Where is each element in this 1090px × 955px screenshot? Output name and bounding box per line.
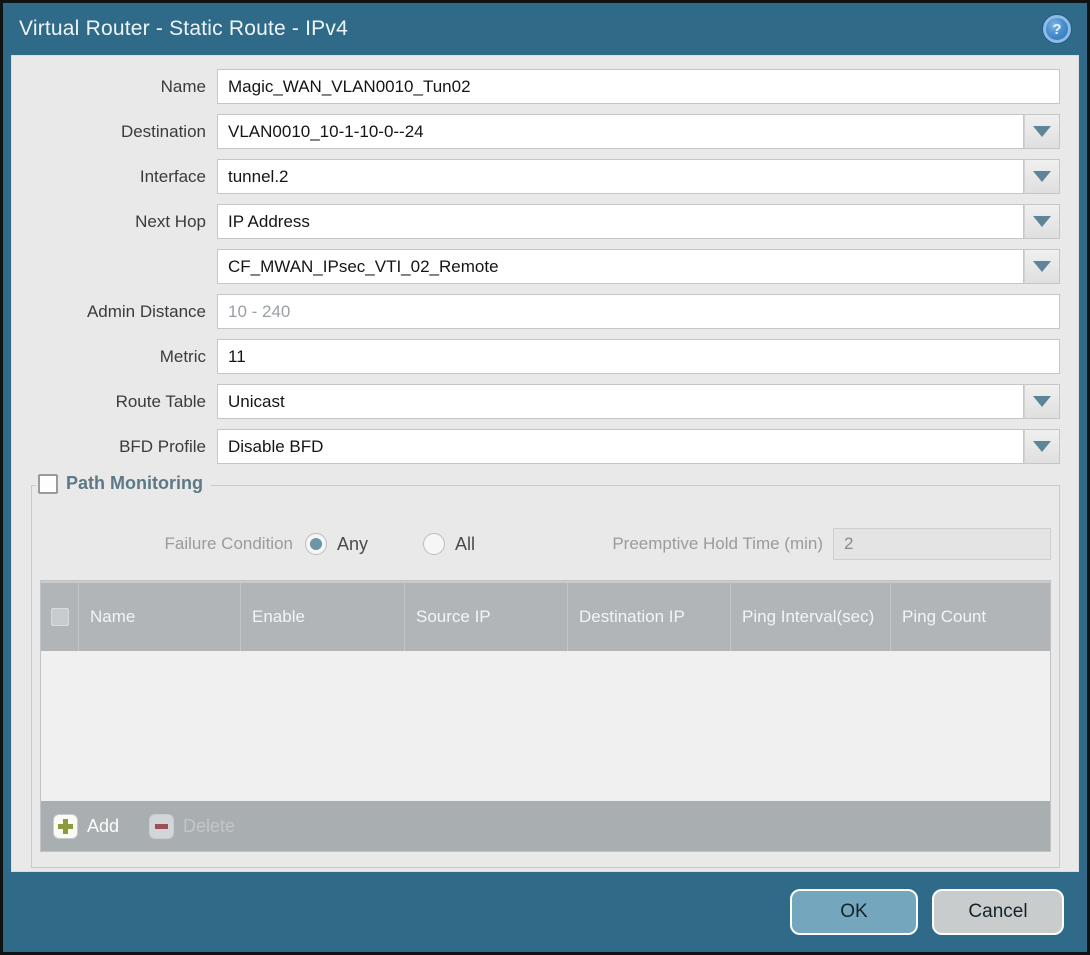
column-header-source-ip[interactable]: Source IP [404,583,567,651]
destination-row: Destination [25,114,1060,149]
dialog-content: Name Destination Interface [11,55,1079,872]
chevron-down-icon [1033,441,1051,452]
next-hop-type-input[interactable] [217,204,1024,239]
title-bar: Virtual Router - Static Route - IPv4 ? [3,3,1087,55]
metric-label: Metric [25,347,217,367]
admin-distance-row: Admin Distance [25,294,1060,329]
destination-input[interactable] [217,114,1024,149]
interface-label: Interface [25,167,217,187]
preemptive-hold-time-input[interactable] [833,528,1051,560]
column-header-ping-count[interactable]: Ping Count [890,583,1050,651]
metric-input[interactable] [217,339,1060,374]
destination-dropdown-button[interactable] [1024,114,1060,149]
path-monitoring-legend: Path Monitoring [36,473,211,494]
bfd-profile-dropdown-button[interactable] [1024,429,1060,464]
path-monitoring-table: Name Enable Source IP Destination IP Pin… [40,580,1051,852]
interface-input[interactable] [217,159,1024,194]
interface-dropdown-button[interactable] [1024,159,1060,194]
radio-all[interactable] [423,533,445,555]
preemptive-hold-time-group: Preemptive Hold Time (min) [612,528,1051,560]
delete-button[interactable]: Delete [149,814,235,839]
name-label: Name [25,77,217,97]
next-hop-address-row [25,249,1060,284]
bfd-profile-input[interactable] [217,429,1024,464]
help-icon[interactable]: ? [1043,15,1071,43]
bfd-profile-label: BFD Profile [25,437,217,457]
next-hop-label: Next Hop [25,212,217,232]
route-table-row: Route Table [25,384,1060,419]
admin-distance-label: Admin Distance [25,302,217,322]
column-header-name[interactable]: Name [78,583,240,651]
preemptive-hold-time-label: Preemptive Hold Time (min) [612,534,833,554]
column-header-ping-interval[interactable]: Ping Interval(sec) [730,583,890,651]
minus-icon [149,814,174,839]
failure-condition-label: Failure Condition [40,534,305,554]
metric-row: Metric [25,339,1060,374]
chevron-down-icon [1033,126,1051,137]
bfd-profile-row: BFD Profile [25,429,1060,464]
radio-selected-dot [310,538,322,550]
virtual-router-static-route-dialog: Virtual Router - Static Route - IPv4 ? N… [0,0,1090,955]
plus-icon [53,814,78,839]
path-monitoring-section: Path Monitoring Failure Condition Any Al… [31,485,1060,868]
radio-any-label: Any [337,534,368,555]
ok-button[interactable]: OK [790,889,918,935]
table-toolbar: Add Delete [41,801,1050,851]
radio-any[interactable] [305,533,327,555]
table-header-select-all[interactable] [41,583,78,651]
failure-condition-row: Failure Condition Any All Preemptive Hol… [40,528,1051,560]
table-header-row: Name Enable Source IP Destination IP Pin… [41,581,1050,651]
chevron-down-icon [1033,171,1051,182]
chevron-down-icon [1033,396,1051,407]
next-hop-address-input[interactable] [217,249,1024,284]
name-row: Name [25,69,1060,104]
cancel-button[interactable]: Cancel [932,889,1064,935]
route-table-input[interactable] [217,384,1024,419]
column-header-destination-ip[interactable]: Destination IP [567,583,730,651]
add-button[interactable]: Add [53,814,119,839]
next-hop-address-dropdown-button[interactable] [1024,249,1060,284]
add-button-label: Add [87,816,119,837]
interface-row: Interface [25,159,1060,194]
next-hop-row: Next Hop [25,204,1060,239]
radio-all-label: All [455,534,475,555]
path-monitoring-title: Path Monitoring [66,473,203,494]
failure-condition-radio-group: Any All [305,533,520,555]
dialog-footer: OK Cancel [3,872,1087,952]
destination-label: Destination [25,122,217,142]
path-monitoring-checkbox[interactable] [38,474,58,494]
dialog-title: Virtual Router - Static Route - IPv4 [19,17,348,41]
chevron-down-icon [1033,216,1051,227]
admin-distance-input[interactable] [217,294,1060,329]
name-input[interactable] [217,69,1060,104]
delete-button-label: Delete [183,816,235,837]
column-header-enable[interactable]: Enable [240,583,404,651]
route-table-label: Route Table [25,392,217,412]
table-body-empty [41,651,1050,801]
dialog-frame: Virtual Router - Static Route - IPv4 ? N… [3,3,1087,952]
route-table-dropdown-button[interactable] [1024,384,1060,419]
next-hop-type-dropdown-button[interactable] [1024,204,1060,239]
select-all-checkbox[interactable] [51,608,69,626]
chevron-down-icon [1033,261,1051,272]
